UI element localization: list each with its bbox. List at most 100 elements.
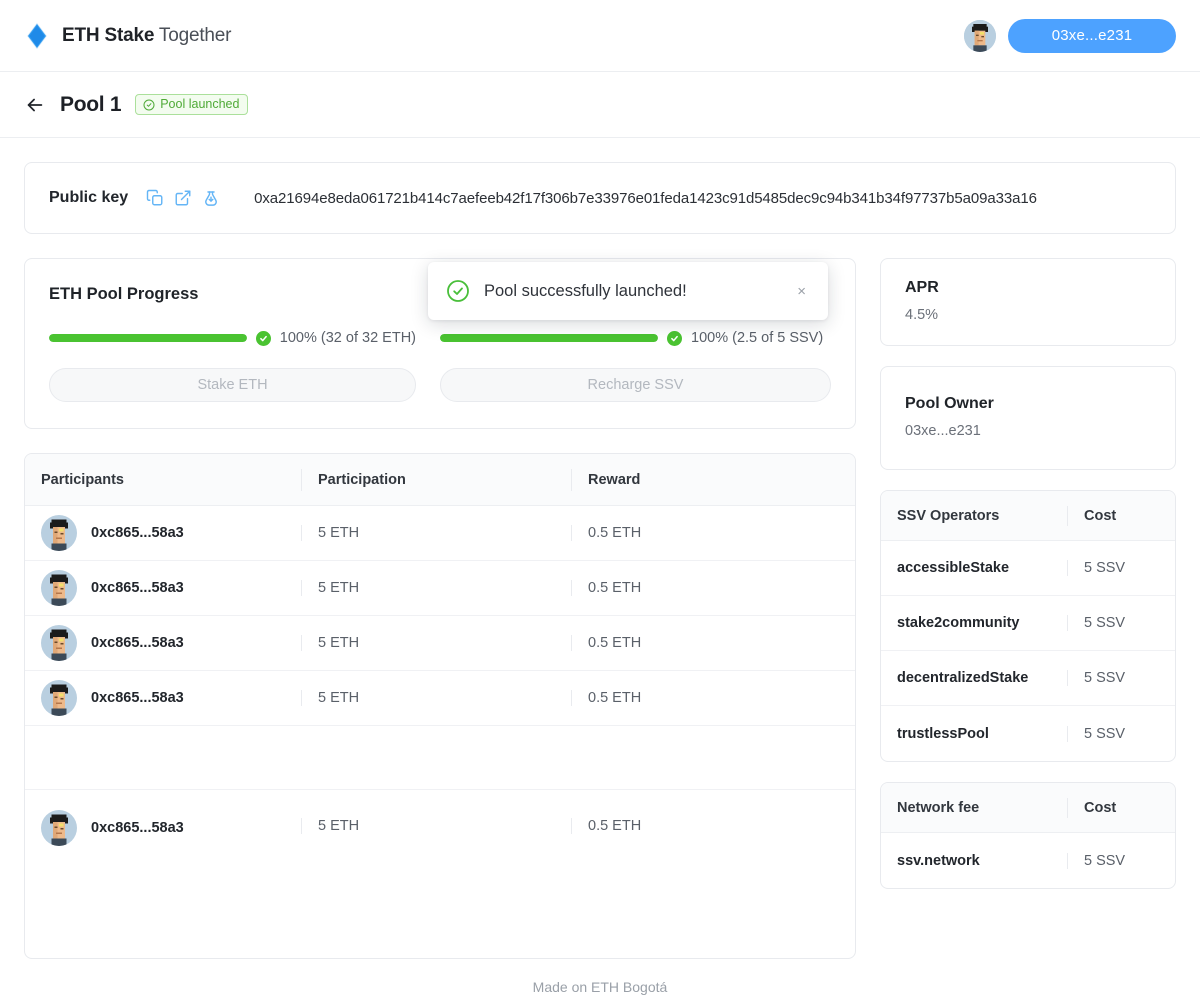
operator-cost: 5 SSV — [1067, 615, 1175, 631]
table-row[interactable]: ssv.network 5 SSV — [881, 833, 1175, 888]
recharge-ssv-button[interactable]: Recharge SSV — [440, 368, 831, 402]
operator-cost: 5 SSV — [1067, 560, 1175, 576]
participation-cell: 5 ETH — [301, 580, 571, 596]
reward-cell: 0.5 ETH — [571, 690, 855, 706]
participant-avatar — [41, 625, 77, 661]
participant-address: 0xc865...58a3 — [91, 820, 184, 836]
table-row[interactable]: trustlessPool 5 SSV — [881, 706, 1175, 761]
participation-cell: 5 ETH — [301, 818, 571, 834]
ssv-progress-stat: 100% (2.5 of 5 SSV) — [691, 330, 824, 346]
operator-name: stake2community — [897, 615, 1020, 631]
column-header-ssv-operators: SSV Operators — [897, 507, 1000, 524]
pool-owner-card: Pool Owner 03xe...e231 — [880, 366, 1176, 470]
arrow-left-icon — [27, 98, 43, 111]
network-fee-cost: 5 SSV — [1067, 852, 1175, 869]
eth-progress-section: ETH Pool Progress 100% (32 of 32 ETH) St… — [49, 285, 440, 402]
stake-eth-button[interactable]: Stake ETH — [49, 368, 416, 402]
reward-cell: 0.5 ETH — [571, 525, 855, 541]
ssv-progress-bar — [440, 334, 658, 342]
public-key-card: Public key 0xa21694e8eda061721b414c7aefe… — [24, 162, 1176, 234]
participant-cell: 0xc865...58a3 — [25, 810, 301, 846]
column-header-cost: Cost — [1067, 797, 1175, 818]
ssv-operators-table: SSV Operators Cost accessibleStake 5 SSV… — [880, 490, 1176, 762]
table-row[interactable]: 0xc865...58a3 5 ETH 0.5 ETH — [25, 671, 855, 726]
participant-cell: 0xc865...58a3 — [25, 515, 301, 551]
table-row[interactable]: 0xc865...58a3 5 ETH 0.5 ETH — [25, 790, 855, 958]
table-row — [25, 726, 855, 790]
table-row[interactable]: accessibleStake 5 SSV — [881, 541, 1175, 596]
column-header-network-fee: Network fee — [897, 799, 980, 816]
participation-cell: 5 ETH — [301, 690, 571, 706]
status-badge: Pool launched — [135, 94, 249, 115]
external-link-icon[interactable] — [174, 189, 192, 207]
apr-title: APR — [905, 279, 939, 296]
eth-progress-stat: 100% (32 of 32 ETH) — [279, 330, 416, 346]
reward-cell: 0.5 ETH — [571, 635, 855, 651]
pool-owner-value: 03xe...e231 — [905, 423, 981, 439]
apr-value: 4.5% — [905, 307, 939, 323]
sidebar-column: APR 4.5% Pool Owner 03xe...e231 SSV Oper… — [880, 258, 1176, 909]
participant-address: 0xc865...58a3 — [91, 525, 184, 541]
network-fee-name: ssv.network — [897, 852, 980, 869]
participant-avatar — [41, 570, 77, 606]
table-row[interactable]: 0xc865...58a3 5 ETH 0.5 ETH — [25, 616, 855, 671]
participants-table: Participants Participation Reward 0xc865… — [24, 453, 856, 959]
back-button[interactable] — [24, 94, 46, 116]
download-icon[interactable] — [202, 189, 220, 207]
eth-progress-title: ETH Pool Progress — [49, 285, 199, 303]
ssv-progress-row: 100% (2.5 of 5 SSV) — [440, 330, 831, 346]
public-key-label: Public key — [49, 189, 129, 206]
participant-address: 0xc865...58a3 — [91, 635, 184, 651]
operator-name: decentralizedStake — [897, 670, 1029, 686]
check-circle-icon — [255, 330, 271, 346]
reward-cell: 0.5 ETH — [571, 580, 855, 596]
brand-name-light: Together — [154, 24, 232, 46]
wallet-address-button[interactable]: 03xe...e231 — [1008, 18, 1176, 53]
eth-progress-row: 100% (32 of 32 ETH) — [49, 330, 416, 346]
column-header-reward: Reward — [571, 468, 855, 491]
participant-cell: 0xc865...58a3 — [25, 625, 301, 661]
page-body: Pool successfully launched! × Public key… — [0, 138, 1200, 1002]
public-key-value: 0xa21694e8eda061721b414c7aefeeb42f17f306… — [254, 189, 1037, 207]
page-header: Pool 1 Pool launched — [0, 72, 1200, 138]
table-row[interactable]: 0xc865...58a3 5 ETH 0.5 ETH — [25, 506, 855, 561]
network-fee-table: Network fee Cost ssv.network 5 SSV — [880, 782, 1176, 889]
copy-icon[interactable] — [146, 189, 164, 207]
table-row[interactable]: decentralizedStake 5 SSV — [881, 651, 1175, 706]
participant-address: 0xc865...58a3 — [91, 690, 184, 706]
diamond-logo-icon — [27, 22, 47, 49]
participant-avatar — [41, 515, 77, 551]
ssv-operators-table-header: SSV Operators Cost — [881, 491, 1175, 541]
status-badge-label: Pool launched — [160, 97, 240, 112]
column-header-cost: Cost — [1067, 505, 1175, 526]
participants-table-header: Participants Participation Reward — [25, 454, 855, 506]
participant-avatar — [41, 680, 77, 716]
column-header-participants: Participants — [41, 471, 124, 488]
check-circle-icon — [143, 99, 155, 110]
content-columns: ETH Pool Progress 100% (32 of 32 ETH) St… — [24, 258, 1176, 959]
participant-avatar — [41, 810, 77, 846]
participation-cell: 5 ETH — [301, 635, 571, 651]
apr-card: APR 4.5% — [880, 258, 1176, 346]
brand-text: ETH Stake Together — [62, 25, 231, 47]
operator-name: trustlessPool — [897, 725, 989, 742]
eth-progress-bar — [49, 334, 247, 342]
brand[interactable]: ETH Stake Together — [24, 22, 231, 49]
operator-cost: 5 SSV — [1067, 725, 1175, 742]
top-navbar: ETH Stake Together 03xe...e231 — [0, 0, 1200, 72]
page-title: Pool 1 — [60, 92, 122, 116]
main-column: ETH Pool Progress 100% (32 of 32 ETH) St… — [24, 258, 856, 959]
table-row[interactable]: 0xc865...58a3 5 ETH 0.5 ETH — [25, 561, 855, 616]
operator-cost: 5 SSV — [1067, 670, 1175, 686]
participant-address: 0xc865...58a3 — [91, 580, 184, 596]
toast-close-icon[interactable]: × — [793, 280, 810, 303]
network-fee-table-header: Network fee Cost — [881, 783, 1175, 833]
brand-name-bold: ETH Stake — [62, 24, 155, 46]
user-avatar[interactable] — [964, 19, 996, 52]
table-row[interactable]: stake2community 5 SSV — [881, 596, 1175, 651]
check-circle-icon — [447, 280, 469, 302]
participant-cell: 0xc865...58a3 — [25, 570, 301, 606]
participation-cell: 5 ETH — [301, 525, 571, 541]
footer: Made on ETH Bogotá — [532, 979, 668, 995]
check-circle-icon — [667, 330, 682, 346]
